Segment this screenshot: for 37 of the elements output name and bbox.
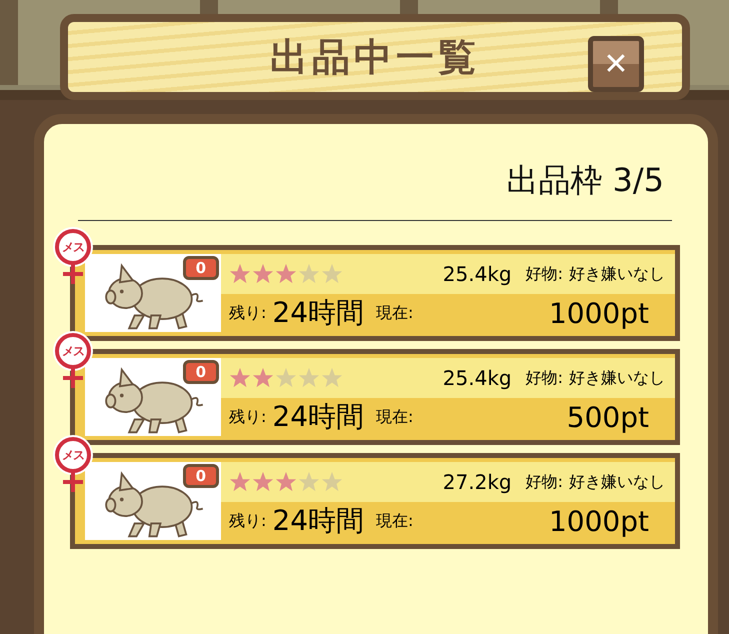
remaining-label: 残り: bbox=[229, 302, 266, 324]
likes-value: 好き嫌いなし bbox=[569, 472, 665, 492]
likes-value: 好き嫌いなし bbox=[569, 264, 665, 284]
likes-label: 好物: bbox=[526, 368, 563, 388]
window-title: 出品中一覧 bbox=[270, 34, 480, 80]
filled-star-icon bbox=[252, 263, 274, 285]
filled-star-icon bbox=[275, 471, 297, 493]
likes-label: 好物: bbox=[526, 264, 563, 284]
current-label: 現在: bbox=[376, 510, 414, 532]
price: 500pt bbox=[566, 400, 649, 434]
filled-star-icon bbox=[252, 367, 274, 389]
price: 1000pt bbox=[548, 296, 649, 330]
gender-label: メス bbox=[61, 448, 85, 462]
likes-label: 好物: bbox=[526, 472, 563, 492]
filled-star-icon bbox=[229, 471, 251, 493]
slot-count: 出品枠 3/5 bbox=[506, 160, 664, 200]
current-label: 現在: bbox=[376, 302, 414, 324]
filled-star-icon bbox=[252, 471, 274, 493]
gender-label: メス bbox=[61, 240, 85, 254]
remaining-time: 24時間 bbox=[272, 503, 364, 539]
remaining-time: 24時間 bbox=[272, 399, 364, 435]
weight: 27.2kg bbox=[442, 470, 512, 494]
price: 1000pt bbox=[548, 504, 649, 538]
weight: 25.4kg bbox=[442, 366, 512, 390]
weight: 25.4kg bbox=[442, 262, 512, 286]
current-label: 現在: bbox=[376, 406, 414, 428]
remaining-label: 残り: bbox=[229, 510, 266, 532]
filled-star-icon bbox=[275, 263, 297, 285]
count-badge: 0 bbox=[182, 360, 219, 384]
remaining-time: 24時間 bbox=[272, 295, 364, 331]
gender-label: メス bbox=[61, 344, 85, 358]
count-badge: 0 bbox=[182, 464, 219, 488]
filled-star-icon bbox=[229, 263, 251, 285]
likes-value: 好き嫌いなし bbox=[569, 368, 665, 388]
count-badge: 0 bbox=[182, 256, 219, 280]
remaining-label: 残り: bbox=[229, 406, 266, 428]
filled-star-icon bbox=[229, 367, 251, 389]
